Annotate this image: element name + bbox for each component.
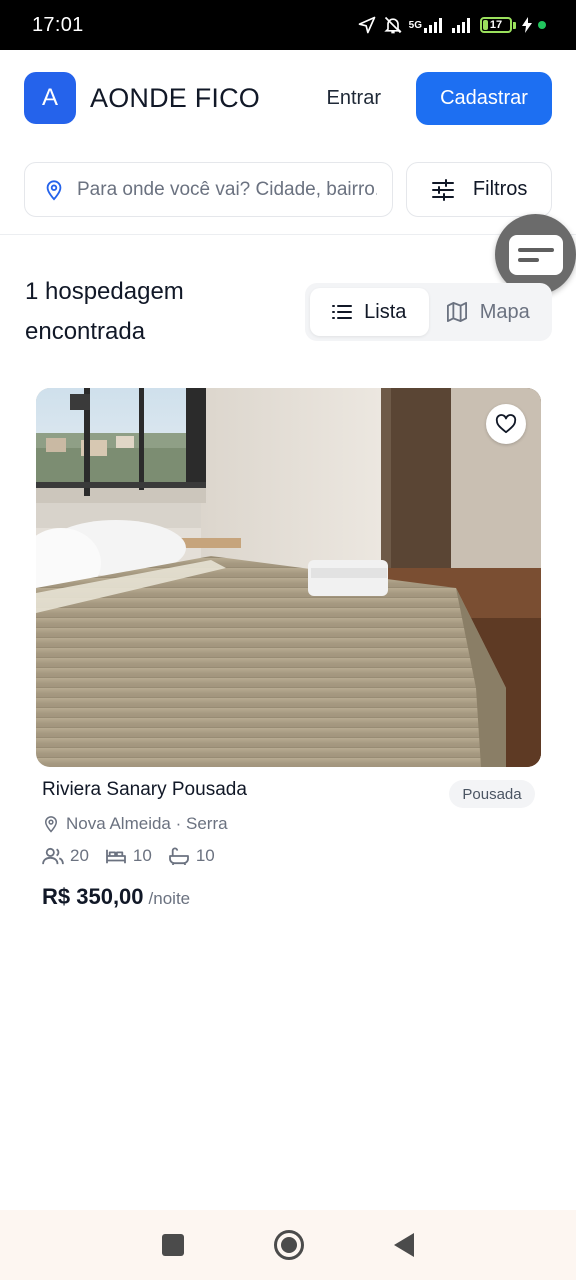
beds-count: 10 <box>132 846 152 865</box>
charging-icon <box>522 17 532 33</box>
listing-stats: 20 10 10 <box>42 846 215 866</box>
status-icons: 5G 17 <box>357 15 546 35</box>
privacy-indicator <box>538 21 546 29</box>
bedroom-photo <box>36 388 541 767</box>
home-button[interactable] <box>274 1230 304 1260</box>
baths-stat: 10 <box>168 846 215 866</box>
users-icon <box>42 847 64 865</box>
status-time: 17:01 <box>32 13 84 36</box>
recents-button[interactable] <box>162 1234 184 1256</box>
search-box[interactable] <box>24 162 394 217</box>
map-view-tab[interactable]: Mapa <box>429 288 548 336</box>
location-arrow-icon <box>358 16 375 34</box>
heart-icon <box>495 414 517 434</box>
login-button[interactable]: Entrar <box>327 87 381 110</box>
listing-type-badge: Pousada <box>449 780 535 808</box>
guests-stat: 20 <box>42 846 89 866</box>
view-toggle: Lista Mapa <box>305 283 552 341</box>
listing-location: Nova Almeida · Serra <box>42 814 228 834</box>
favorite-button[interactable] <box>486 404 526 444</box>
bell-off-icon <box>383 16 402 34</box>
signup-button[interactable]: Cadastrar <box>416 71 552 125</box>
logo[interactable]: A <box>24 72 76 124</box>
listing-price: R$ 350,00 /noite <box>42 884 190 910</box>
map-pin-icon <box>44 816 58 833</box>
search-row: Filtros <box>24 162 552 217</box>
brand-name[interactable]: AONDE FICO <box>90 83 260 114</box>
price-value: R$ 350,00 <box>42 884 144 909</box>
map-view-label: Mapa <box>479 300 530 323</box>
map-icon <box>446 302 467 322</box>
app-header: A AONDE FICO Entrar Cadastrar <box>0 50 576 146</box>
list-view-tab[interactable]: Lista <box>310 288 429 336</box>
listing-location-text: Nova Almeida · Serra <box>66 814 228 833</box>
signal-icon-2 <box>452 18 470 33</box>
bed-icon <box>106 849 126 864</box>
network-type: 5G <box>408 19 422 31</box>
list-icon <box>332 305 353 319</box>
battery-icon: 17 <box>480 17 516 33</box>
map-pin-icon <box>46 179 62 201</box>
bathtub-icon <box>168 847 189 865</box>
search-input[interactable] <box>77 178 377 201</box>
baths-count: 10 <box>195 846 215 865</box>
listing-name[interactable]: Riviera Sanary Pousada <box>42 779 247 801</box>
results-count: 1 hospedagem encontrada <box>25 278 184 345</box>
listing-photo[interactable] <box>36 388 541 767</box>
header-divider <box>0 234 576 235</box>
signal-icon <box>424 18 442 33</box>
list-view-label: Lista <box>364 300 407 323</box>
filters-label: Filtros <box>472 178 528 200</box>
beds-stat: 10 <box>105 846 152 866</box>
back-button[interactable] <box>394 1233 414 1257</box>
sliders-icon <box>431 178 454 201</box>
battery-level: 17 <box>489 19 503 31</box>
guests-count: 20 <box>70 846 89 865</box>
system-nav-bar <box>0 1210 576 1280</box>
price-unit: /noite <box>148 889 191 908</box>
filters-button[interactable]: Filtros <box>406 162 552 217</box>
chat-icon <box>508 234 563 275</box>
status-bar: 17:01 5G 17 <box>0 0 576 50</box>
